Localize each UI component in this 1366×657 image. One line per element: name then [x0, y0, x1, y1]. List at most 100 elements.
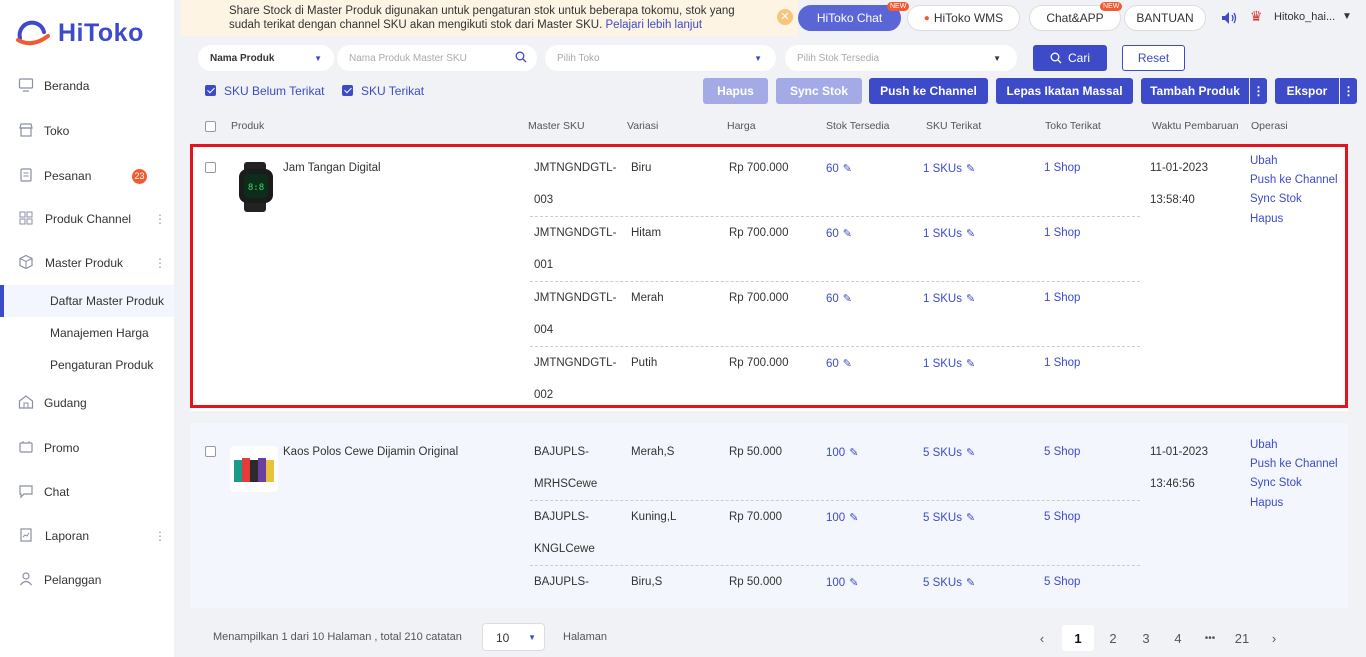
edit-icon[interactable]: ✎ [849, 511, 858, 524]
halaman-label: Halaman [563, 631, 608, 643]
export-button[interactable]: Ekspor [1275, 78, 1339, 104]
next-page-icon[interactable]: › [1261, 625, 1287, 651]
sync-stock-link[interactable]: Sync Stok [1250, 477, 1302, 489]
sidebar-item-promo[interactable]: Promo [0, 428, 174, 468]
row-checkbox[interactable] [205, 446, 216, 457]
chevron-down-icon: ▼ [754, 53, 762, 63]
sidebar-item-produk-channel[interactable]: Produk Channel ⋮ [0, 199, 174, 239]
sidebar-item-label: Laporan [45, 529, 90, 543]
product-image-shirt [230, 446, 278, 492]
bulk-unbind-button[interactable]: Lepas Ikatan Massal [996, 78, 1133, 104]
col-toko-terikat: Toko Terikat [1045, 120, 1101, 132]
flame-icon: ● [923, 12, 930, 24]
sidebar-item-laporan[interactable]: Laporan ⋮ [0, 516, 174, 556]
highlight-box [190, 144, 1348, 408]
sidebar-item-pelanggan[interactable]: Pelanggan [0, 560, 174, 600]
sidebar-item-label: Promo [44, 441, 80, 455]
avatar[interactable]: ♛ [1250, 8, 1266, 26]
more-icon[interactable]: ⋮ [154, 212, 166, 226]
sidebar-item-master-produk[interactable]: Master Produk ⋮ [0, 243, 174, 283]
page-ellipsis[interactable]: ••• [1197, 625, 1223, 651]
more-icon[interactable]: ⋮ [154, 256, 166, 270]
sidebar-subitem-daftar-master-produk[interactable]: Daftar Master Produk [0, 285, 174, 317]
bound-sku-label[interactable]: SKU Terikat [361, 84, 424, 98]
page-size-select[interactable]: 10 ▼ [482, 623, 545, 651]
sidebar-item-label: Gudang [44, 396, 87, 410]
bantuan-button[interactable]: BANTUAN [1124, 5, 1206, 31]
edit-icon[interactable]: ✎ [849, 576, 858, 589]
add-product-more-icon[interactable]: ⋮ [1250, 78, 1267, 104]
speaker-icon[interactable] [1221, 11, 1239, 25]
stock-select[interactable]: Pilih Stok Tersedia ▼ [785, 45, 1017, 71]
page-21[interactable]: 21 [1229, 625, 1255, 651]
notice-banner: Share Stock di Master Produk digunakan u… [181, 0, 798, 36]
sidebar-item-toko[interactable]: Toko [0, 111, 174, 151]
add-product-button[interactable]: Tambah Produk [1141, 78, 1249, 104]
store-select[interactable]: Pilih Toko ▼ [545, 45, 776, 71]
sidebar-subitem-label: Daftar Master Produk [50, 294, 165, 308]
caret-down-icon[interactable]: ▼ [1342, 11, 1352, 22]
push-channel-link[interactable]: Push ke Channel [1250, 458, 1338, 470]
brand-logo[interactable]: HiToko [14, 18, 144, 48]
push-channel-button[interactable]: Push ke Channel [869, 78, 988, 104]
master-sku: BAJUPLS- [534, 576, 589, 588]
divider [530, 565, 1140, 566]
search-icon [515, 51, 527, 63]
user-icon [20, 572, 32, 586]
sidebar-item-pesanan[interactable]: Pesanan 23 [0, 156, 174, 196]
page-1[interactable]: 1 [1062, 625, 1094, 651]
search-icon [1050, 52, 1062, 64]
sidebar-subitem-pengaturan-produk[interactable]: Pengaturan Produk [0, 349, 174, 381]
bound-sku-checkbox[interactable] [342, 85, 353, 96]
sidebar-item-beranda[interactable]: Beranda [0, 66, 174, 106]
prev-page-icon[interactable]: ‹ [1029, 625, 1055, 651]
more-icon[interactable]: ⋮ [154, 529, 166, 543]
stock-value[interactable]: 100 ✎ [826, 576, 858, 589]
reset-button[interactable]: Reset [1122, 45, 1185, 71]
search-button[interactable]: Cari [1033, 45, 1107, 71]
export-more-icon[interactable]: ⋮ [1340, 78, 1357, 104]
user-name[interactable]: Hitoko_hai... [1274, 11, 1335, 23]
bound-sku-link[interactable]: 5 SKUs ✎ [923, 511, 975, 524]
edit-icon[interactable]: ✎ [966, 511, 975, 524]
sidebar-item-chat[interactable]: Chat [0, 472, 174, 512]
stock-value[interactable]: 100 ✎ [826, 511, 858, 524]
col-waktu: Waktu Pembaruan [1152, 120, 1239, 132]
hitoko-logo-icon [16, 20, 50, 46]
sidebar-subitem-manajemen-harga[interactable]: Manajemen Harga [0, 317, 174, 349]
edit-icon[interactable]: ✎ [849, 446, 858, 459]
sidebar-item-label: Chat [44, 485, 70, 499]
sidebar-item-gudang[interactable]: Gudang [0, 383, 174, 423]
bound-shop-link[interactable]: 5 Shop [1044, 576, 1080, 588]
page-3[interactable]: 3 [1133, 625, 1159, 651]
page-4[interactable]: 4 [1165, 625, 1191, 651]
unbound-sku-label[interactable]: SKU Belum Terikat [224, 84, 324, 98]
edit-icon[interactable]: ✎ [966, 446, 975, 459]
order-count-badge: 23 [132, 168, 147, 184]
delete-button[interactable]: Hapus [703, 78, 768, 104]
edit-icon[interactable]: ✎ [966, 576, 975, 589]
field-select[interactable]: Nama Produk ▼ [198, 45, 334, 71]
delete-link[interactable]: Hapus [1250, 497, 1283, 509]
bound-sku-link[interactable]: 5 SKUs ✎ [923, 576, 975, 589]
bound-shop-link[interactable]: 5 Shop [1044, 511, 1080, 523]
hitoko-wms-button[interactable]: ● HiToko WMS [907, 5, 1020, 31]
report-icon [20, 528, 32, 542]
learn-more-link[interactable]: Pelajari lebih lanjut [606, 19, 703, 31]
search-input[interactable]: Nama Produk Master SKU [337, 45, 537, 71]
chat-app-button[interactable]: Chat&APP NEW [1029, 2, 1123, 31]
divider [530, 500, 1140, 501]
variant: Merah,S [631, 446, 675, 458]
stock-value[interactable]: 100 ✎ [826, 446, 858, 459]
select-all-checkbox[interactable] [205, 121, 216, 132]
bound-shop-link[interactable]: 5 Shop [1044, 446, 1080, 458]
bound-sku-link[interactable]: 5 SKUs ✎ [923, 446, 975, 459]
page-2[interactable]: 2 [1100, 625, 1126, 651]
monitor-icon [18, 78, 34, 92]
hitoko-chat-button[interactable]: HiToko Chat NEW [798, 2, 910, 31]
close-notice-icon[interactable]: ✕ [777, 9, 793, 25]
grid-icon [19, 211, 33, 225]
unbound-sku-checkbox[interactable] [205, 85, 216, 96]
sync-stock-button[interactable]: Sync Stok [776, 78, 862, 104]
edit-link[interactable]: Ubah [1250, 439, 1278, 451]
